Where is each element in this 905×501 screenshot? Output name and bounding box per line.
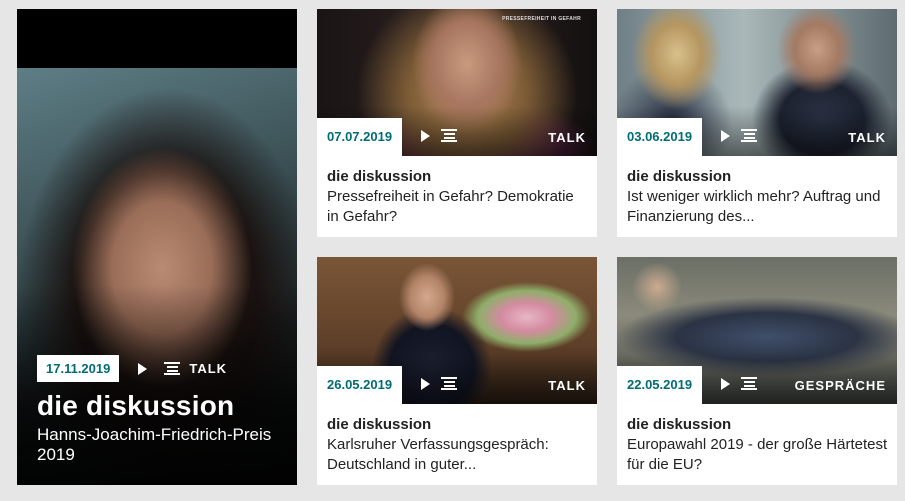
teaser-text[interactable]: Pressefreiheit in Gefahr? Demokratie in … xyxy=(327,187,589,227)
teaser-title[interactable]: die diskussion xyxy=(327,168,431,185)
featured-category: TALK xyxy=(189,361,228,376)
featured-teaser[interactable]: 17.11.2019 TALK die diskussion Hanns-Joa… xyxy=(17,9,297,485)
play-icon[interactable] xyxy=(421,129,430,142)
teaser-date: 22.05.2019 xyxy=(617,366,703,404)
teaser-date: 07.07.2019 xyxy=(317,118,403,156)
play-icon[interactable] xyxy=(721,377,730,390)
teaser-text[interactable]: Europawahl 2019 - der große Härtetest fü… xyxy=(627,435,889,475)
featured-meta: 17.11.2019 TALK xyxy=(37,355,227,382)
teaser-title[interactable]: die diskussion xyxy=(627,168,731,185)
teaser-text[interactable]: Ist weniger wirklich mehr? Auftrag und F… xyxy=(627,187,889,227)
teaser-category: TALK xyxy=(848,130,886,145)
playlist-icon[interactable] xyxy=(441,377,457,390)
play-icon[interactable] xyxy=(138,362,148,375)
teaser-category: TALK xyxy=(548,130,586,145)
playlist-icon[interactable] xyxy=(441,129,457,142)
playlist-icon[interactable] xyxy=(741,129,757,142)
teaser-date: 26.05.2019 xyxy=(317,366,403,404)
teaser-card[interactable]: 26.05.2019 TALK die diskussion Karlsruhe… xyxy=(317,257,597,485)
teaser-card[interactable]: PRESSEFREIHEIT IN GEFAHR 07.07.2019 TALK… xyxy=(317,9,597,237)
teaser-category: GESPRÄCHE xyxy=(794,378,886,393)
playlist-icon[interactable] xyxy=(164,362,181,375)
play-icon[interactable] xyxy=(721,129,730,142)
teaser-text[interactable]: Karlsruher Verfassungsgespräch: Deutschl… xyxy=(327,435,589,475)
play-icon[interactable] xyxy=(421,377,430,390)
thumb-overlay-text: PRESSEFREIHEIT IN GEFAHR xyxy=(502,16,581,22)
playlist-icon[interactable] xyxy=(741,377,757,390)
featured-date: 17.11.2019 xyxy=(37,355,120,382)
featured-subtitle[interactable]: Hanns-Joachim-Friedrich-Preis 2019 xyxy=(37,425,277,465)
teaser-title[interactable]: die diskussion xyxy=(327,416,431,433)
teaser-title[interactable]: die diskussion xyxy=(627,416,731,433)
teaser-card[interactable]: 22.05.2019 GESPRÄCHE die diskussion Euro… xyxy=(617,257,897,485)
teaser-date: 03.06.2019 xyxy=(617,118,703,156)
featured-title[interactable]: die diskussion xyxy=(37,390,234,422)
teaser-card[interactable]: 03.06.2019 TALK die diskussion Ist wenig… xyxy=(617,9,897,237)
teaser-category: TALK xyxy=(548,378,586,393)
